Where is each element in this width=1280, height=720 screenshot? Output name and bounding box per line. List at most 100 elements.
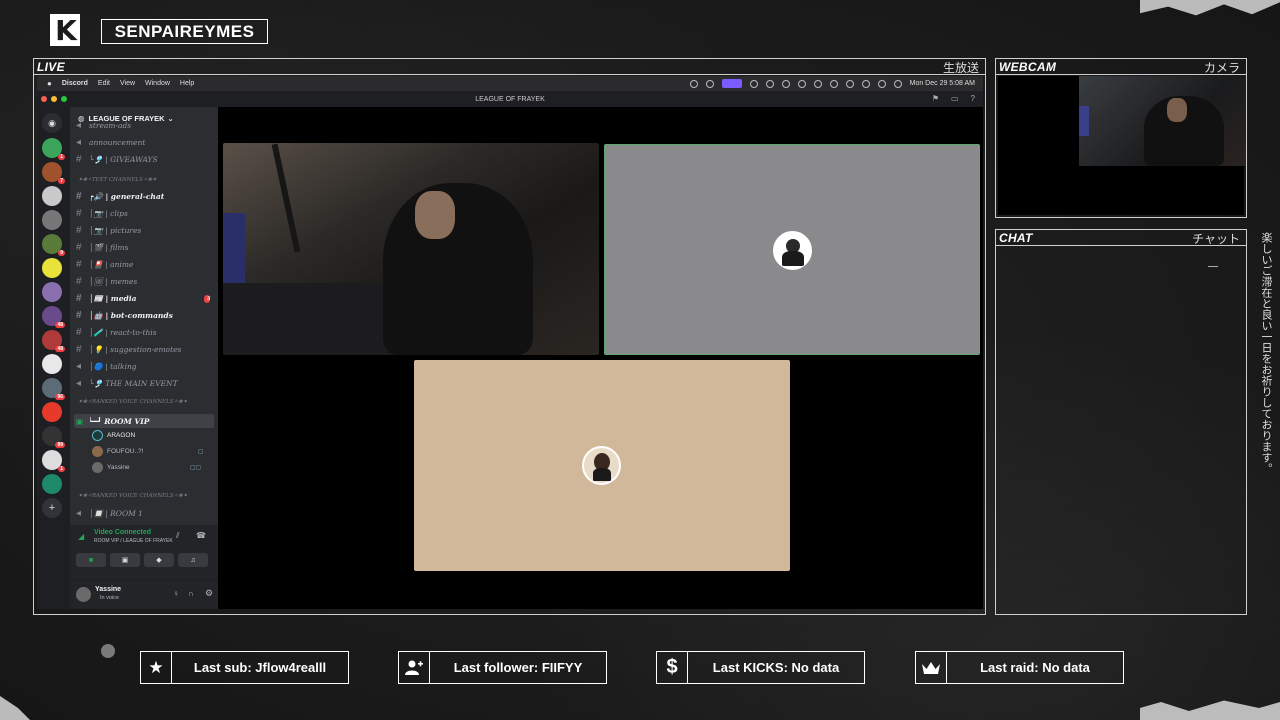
headphones-icon[interactable]: ∩ <box>188 589 194 598</box>
side-jp-text: 楽しいご滞在と良い一日をお祈りしております。 <box>1260 232 1273 474</box>
channel-category[interactable]: ✦❀✧RANKED VOICE CHANNELS✧❀✦ <box>78 493 187 499</box>
face-shape <box>415 191 455 239</box>
server-icon[interactable] <box>42 282 62 302</box>
avatar[interactable] <box>76 587 91 602</box>
server-icon[interactable] <box>42 402 62 422</box>
voice-channel[interactable]: ◂ announcement <box>76 137 145 148</box>
soundboard-button[interactable]: ♫ <box>178 553 208 567</box>
video-tile-avatar-beige[interactable] <box>414 360 790 571</box>
screen-share-button[interactable]: ▣ <box>110 553 140 567</box>
microphone-icon[interactable]: ♀ <box>173 589 179 598</box>
activities-button[interactable]: ◆ <box>144 553 174 567</box>
control-center-icon[interactable] <box>893 79 902 88</box>
apple-icon[interactable]: ● <box>47 79 52 88</box>
video-tile-avatar-gray[interactable] <box>604 144 980 355</box>
voice-channel[interactable]: ◂ │🔲 | ROOM 1 <box>76 508 143 519</box>
voice-channel[interactable]: ◂ stream-ads <box>76 120 131 131</box>
text-channel[interactable]: # │🎴 | anime <box>76 259 133 270</box>
text-channel[interactable]: # │📰 | media 5 <box>76 293 210 304</box>
voice-user[interactable]: Yassine ▢▢ <box>92 462 201 473</box>
lock-icon: ▣ <box>76 416 84 426</box>
voice-channel[interactable]: ◂ └🎐 THE MAIN EVENT <box>76 378 178 389</box>
status-icon[interactable] <box>705 79 714 88</box>
last-raid-box: Last raid: No data <box>915 651 1124 684</box>
menu-edit[interactable]: Edit <box>98 80 110 87</box>
status-icon[interactable] <box>797 79 806 88</box>
channel-category[interactable]: ✦❀✧RANKED VOICE CHANNELS✧❀✦ <box>78 399 187 405</box>
camera-button[interactable]: ■ <box>76 553 106 567</box>
active-voice-room[interactable]: ▣ ┕━┛ ROOM VIP <box>74 414 214 428</box>
menu-app-discord[interactable]: Discord <box>62 80 88 87</box>
text-channel[interactable]: # │🧪 | react-to-this <box>76 327 157 338</box>
status-icon[interactable] <box>765 79 774 88</box>
text-channel[interactable]: # │📷 | pictures <box>76 225 141 236</box>
server-icon[interactable]: 1 <box>42 138 65 160</box>
text-channel[interactable]: # └🎐 | GIVEAWAYS <box>76 154 158 165</box>
voice-channel[interactable]: ◂ │🔵 | talking <box>76 361 137 372</box>
server-icon[interactable]: 1 <box>42 450 65 472</box>
text-channel[interactable]: # │📷 | clips <box>76 208 128 219</box>
server-icon[interactable]: 48 <box>42 306 65 328</box>
video-icon: ▢▢ <box>190 465 202 471</box>
close-window-button[interactable] <box>41 96 47 102</box>
search-icon[interactable] <box>877 79 886 88</box>
status-icon[interactable] <box>689 79 698 88</box>
server-icon[interactable] <box>42 474 62 494</box>
server-icon[interactable]: 48 <box>42 330 65 352</box>
voice-user[interactable]: ARAGON <box>92 430 135 441</box>
status-icon[interactable] <box>781 79 790 88</box>
mac-menu-bar: ● Discord Edit View Window Help Mon Dec … <box>37 76 983 91</box>
help-icon[interactable]: ? <box>971 94 975 103</box>
channel-name: │🎬 | films <box>89 243 129 252</box>
server-icon[interactable] <box>42 354 62 374</box>
server-icon[interactable]: 7 <box>42 162 65 184</box>
server-icon[interactable]: 96 <box>42 378 65 400</box>
discord-home-icon[interactable]: ◉ <box>42 113 62 133</box>
hash-icon: # <box>76 293 82 304</box>
chevron-down-icon: ⌄ <box>167 113 174 123</box>
channel-name: stream-ads <box>89 121 132 130</box>
user-status: In voice <box>100 595 119 601</box>
server-icon[interactable]: 99 <box>42 426 65 448</box>
voice-user[interactable]: FOUFOU..?! ▢ <box>92 446 204 457</box>
menu-window[interactable]: Window <box>145 80 170 87</box>
hash-icon: # <box>76 259 82 270</box>
server-icon[interactable]: 9 <box>42 234 65 256</box>
channel-category[interactable]: ✦❀✧TEXT CHANNELS✧❀✦ <box>78 177 157 183</box>
server-list: ◉ 1 7 9 48 48 96 99 1 + <box>37 107 70 609</box>
text-channel[interactable]: # │💡 | suggestion-emotes <box>76 344 181 355</box>
status-icon[interactable] <box>829 79 838 88</box>
wifi-icon[interactable] <box>861 79 870 88</box>
menu-view[interactable]: View <box>120 80 135 87</box>
webcam-feed <box>1079 76 1246 166</box>
flag-icon[interactable]: ⚑ <box>932 94 939 103</box>
battery-icon[interactable] <box>845 79 854 88</box>
channel-name: │🎴 | anime <box>89 260 134 269</box>
screen-record-icon[interactable] <box>721 79 742 88</box>
server-icon[interactable] <box>42 258 62 278</box>
inbox-icon[interactable]: ▭ <box>951 94 959 103</box>
add-server-icon[interactable]: + <box>42 498 62 518</box>
window-title: LEAGUE OF FRAYEK <box>475 95 545 103</box>
voice-user-name: FOUFOU..?! <box>107 448 144 455</box>
text-channel[interactable]: # │🎬 | films <box>76 242 129 253</box>
text-channel[interactable]: # │🤖 | bot-commands <box>76 310 173 321</box>
video-tile-streamer[interactable] <box>223 143 599 355</box>
minimize-window-button[interactable] <box>51 96 57 102</box>
server-icon[interactable] <box>42 210 62 230</box>
disconnect-icon[interactable]: ☎ <box>196 531 206 540</box>
avatar <box>773 231 812 270</box>
menu-clock[interactable]: Mon Dec 29 5:08 AM <box>910 80 975 87</box>
voice-location[interactable]: ROOM VIP / LEAGUE OF FRAYEK <box>94 538 173 544</box>
bluetooth-icon[interactable] <box>813 79 822 88</box>
gear-icon[interactable]: ⚙ <box>205 588 213 599</box>
titlebar-icons: ⚑ ▭ ? <box>932 94 975 103</box>
status-icon[interactable] <box>749 79 758 88</box>
maximize-window-button[interactable] <box>61 96 67 102</box>
noise-suppression-icon[interactable]: ⫽ <box>176 531 180 541</box>
text-channel[interactable]: # ┍🔊 | general-chat <box>76 191 164 202</box>
channel-name: │📷 | pictures <box>89 226 142 235</box>
text-channel[interactable]: # │🖼 | memes <box>76 276 137 287</box>
menu-help[interactable]: Help <box>180 80 194 87</box>
server-icon[interactable] <box>42 186 62 206</box>
